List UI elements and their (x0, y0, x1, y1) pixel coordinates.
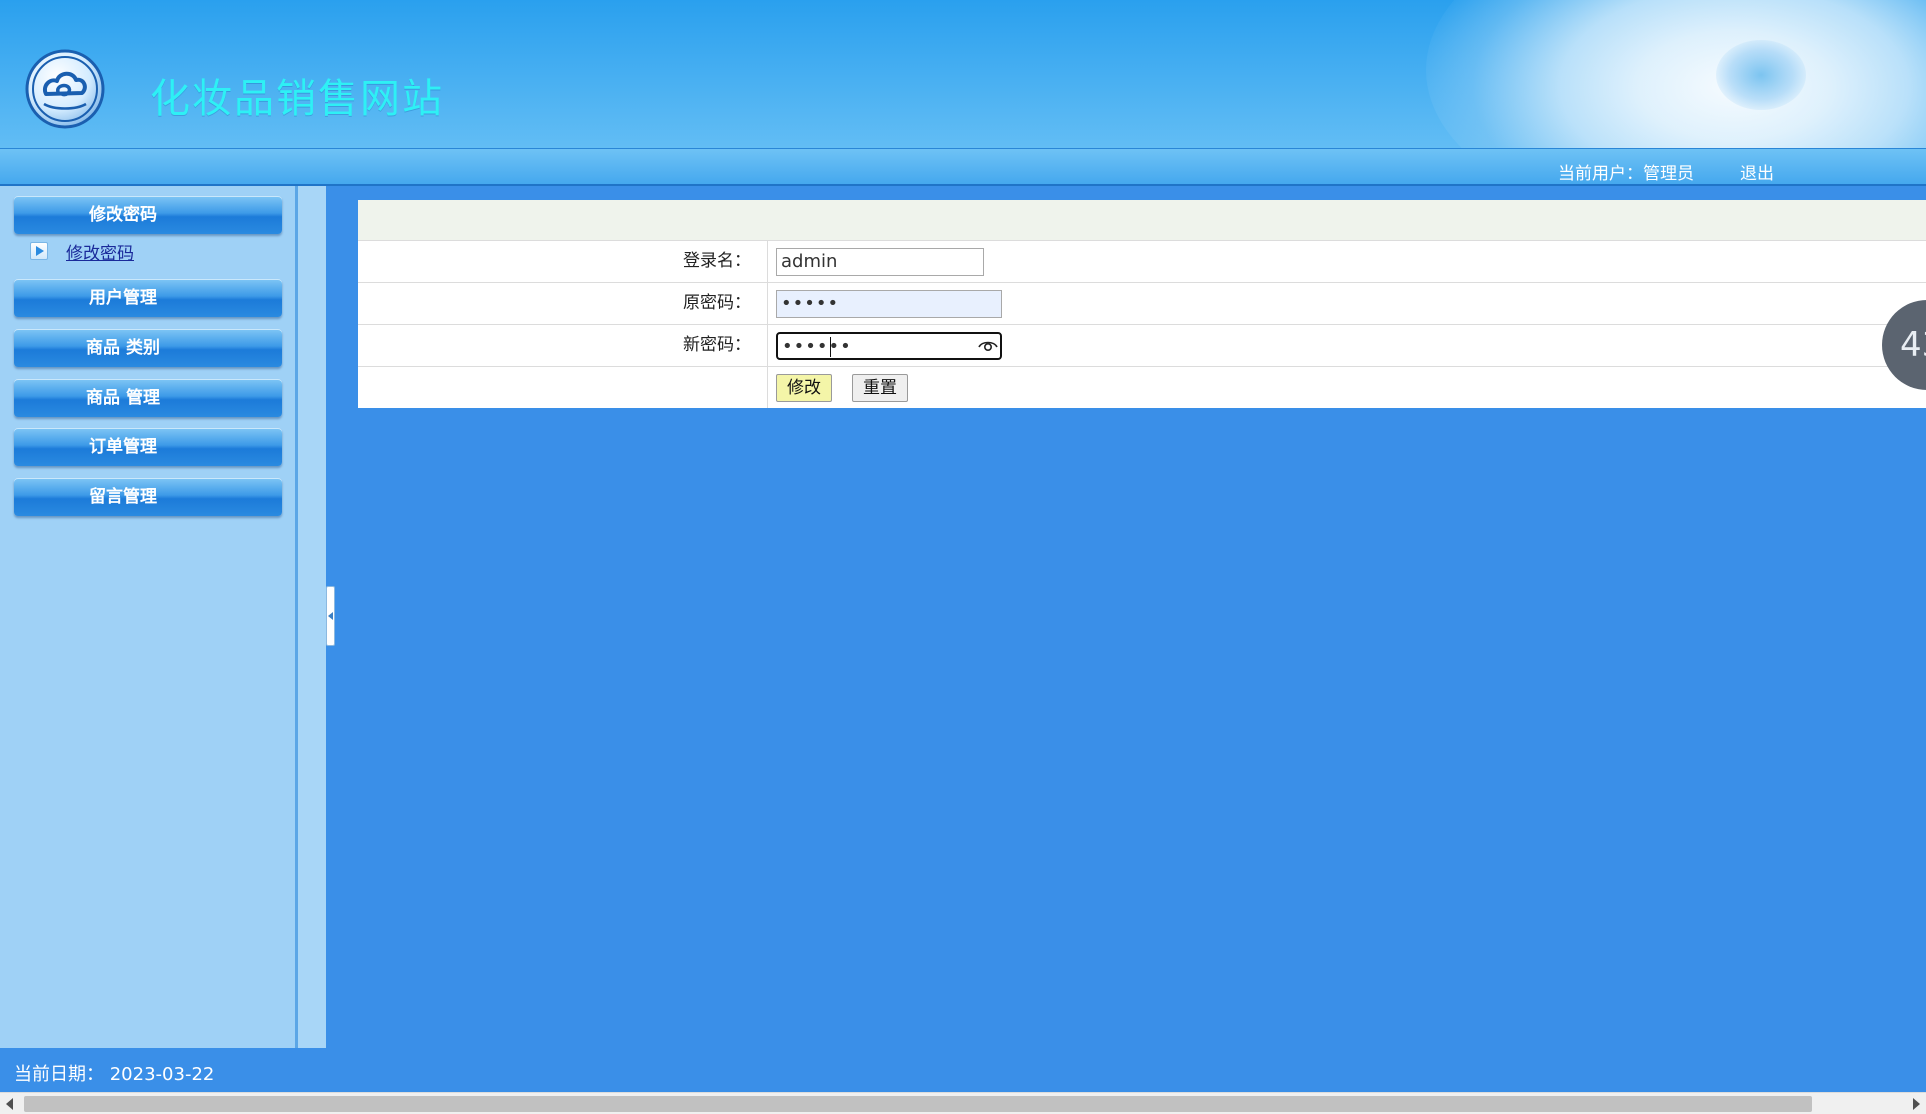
change-password-form: 登录名： admin 原密码： ••••• 新密码： •••••• 修改 重置 (358, 200, 1926, 408)
reset-button[interactable]: 重置 (852, 374, 908, 402)
logout-link[interactable]: 退出 (1740, 159, 1774, 184)
site-title: 化妆品销售网站 (150, 76, 444, 122)
old-password-label: 原密码： (358, 283, 768, 324)
sidebar: 修改密码 修改密码 用户管理 商品 类别 商品 管理 订单管理 留言管理 (0, 186, 298, 1048)
submit-button[interactable]: 修改 (776, 374, 832, 402)
current-date-value: 2023-03-22 (109, 1064, 215, 1085)
collapse-sidebar-handle[interactable] (326, 586, 335, 646)
scrollbar-thumb[interactable] (24, 1096, 1812, 1112)
old-password-input[interactable]: ••••• (776, 290, 1002, 318)
menu-change-password[interactable]: 修改密码 (14, 196, 282, 234)
menu-product-management[interactable]: 商品 管理 (14, 379, 282, 417)
login-name-label: 登录名： (358, 241, 768, 282)
new-password-label: 新密码： (358, 325, 768, 366)
submenu-item-change-password[interactable]: 修改密码 (30, 240, 134, 264)
login-name-input[interactable]: admin (776, 248, 984, 276)
scroll-right-arrow-icon[interactable] (1913, 1098, 1920, 1110)
new-password-value: •••••• (782, 336, 852, 357)
form-row-old-password: 原密码： ••••• (358, 283, 1926, 325)
submenu-item-label: 修改密码 (66, 243, 134, 264)
site-header: 化妆品销售网站 (0, 0, 1926, 148)
menu-order-management[interactable]: 订单管理 (14, 428, 282, 466)
form-header-row (358, 200, 1926, 241)
site-logo-icon (25, 49, 105, 129)
header-cloud-decoration-inner (1716, 40, 1806, 110)
header-cloud-decoration (1426, 0, 1926, 148)
scroll-left-arrow-icon[interactable] (6, 1098, 13, 1110)
form-row-new-password: 新密码： •••••• (358, 325, 1926, 367)
show-password-eye-icon[interactable] (978, 339, 998, 353)
current-user-label: 当前用户：管理员 (1558, 164, 1694, 184)
sidebar-splitter (298, 186, 335, 1048)
menu-product-category[interactable]: 商品 类别 (14, 329, 282, 367)
form-row-login-name: 登录名： admin (358, 241, 1926, 283)
form-row-actions: 修改 重置 (358, 367, 1926, 408)
footer: 当前日期： 2023-03-22 (0, 1048, 1926, 1092)
menu-user-management[interactable]: 用户管理 (14, 279, 282, 317)
menu-message-management[interactable]: 留言管理 (14, 478, 282, 516)
play-arrow-icon (30, 242, 48, 260)
text-caret (830, 337, 831, 357)
horizontal-scrollbar[interactable] (0, 1092, 1926, 1114)
actions-label-cell (358, 367, 768, 408)
current-date: 当前日期： 2023-03-22 (14, 1060, 214, 1086)
new-password-input[interactable]: •••••• (776, 332, 1002, 360)
current-date-label: 当前日期： (14, 1064, 104, 1085)
top-bar: 当前用户：管理员 退出 (0, 148, 1926, 186)
